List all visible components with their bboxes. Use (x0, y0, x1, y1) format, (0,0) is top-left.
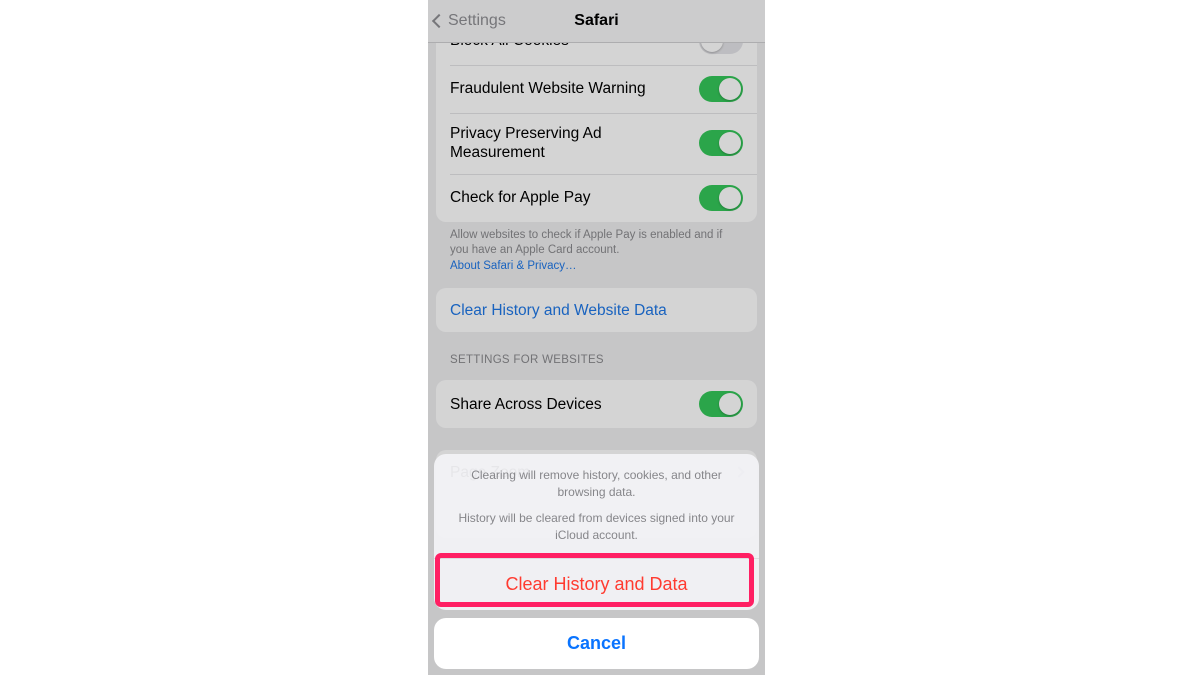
row-label: Privacy Preserving Ad Measurement (450, 124, 699, 163)
row-label: Check for Apple Pay (450, 188, 699, 207)
row-apple-pay[interactable]: Check for Apple Pay (436, 174, 757, 222)
row-share-across[interactable]: Share Across Devices (436, 380, 757, 428)
clear-history-label: Clear History and Website Data (450, 301, 743, 320)
action-sheet: Clearing will remove history, cookies, a… (434, 454, 759, 669)
row-label: Fraudulent Website Warning (450, 79, 699, 98)
sheet-message-2: History will be cleared from devices sig… (434, 504, 759, 558)
nav-bar: Settings Safari (428, 0, 765, 43)
toggle-fraud-warning[interactable] (699, 76, 743, 102)
websites-group-1: Share Across Devices (436, 380, 757, 428)
toggle-block-cookies[interactable] (699, 43, 743, 54)
clear-history-button[interactable]: Clear History and Website Data (436, 288, 757, 332)
footer-text: Allow websites to check if Apple Pay is … (450, 229, 722, 257)
action-sheet-panel: Clearing will remove history, cookies, a… (434, 454, 759, 610)
toggle-apple-pay[interactable] (699, 185, 743, 211)
toggle-share-across[interactable] (699, 391, 743, 417)
row-privacy-ad[interactable]: Privacy Preserving Ad Measurement (436, 113, 757, 174)
sheet-message-1: Clearing will remove history, cookies, a… (434, 454, 759, 505)
row-fraud-warning[interactable]: Fraudulent Website Warning (436, 65, 757, 113)
privacy-footer: Allow websites to check if Apple Pay is … (450, 228, 743, 275)
row-label: Share Across Devices (450, 395, 699, 414)
page-title: Safari (574, 12, 618, 30)
back-label: Settings (448, 12, 506, 30)
cancel-button[interactable]: Cancel (434, 618, 759, 669)
chevron-left-icon (432, 14, 446, 28)
privacy-group: Block All Cookies Fraudulent Website War… (436, 43, 757, 222)
toggle-privacy-ad[interactable] (699, 130, 743, 156)
row-block-cookies[interactable]: Block All Cookies (436, 43, 757, 65)
clear-history-and-data-button[interactable]: Clear History and Data (434, 558, 759, 610)
clear-history-group: Clear History and Website Data (436, 288, 757, 332)
back-button[interactable]: Settings (434, 0, 506, 42)
websites-header: Settings for Websites (450, 354, 743, 366)
privacy-link[interactable]: About Safari & Privacy… (450, 260, 577, 272)
phone-screen: Settings Safari Block All Cookies Fraudu… (428, 0, 765, 675)
row-label: Block All Cookies (450, 43, 699, 51)
